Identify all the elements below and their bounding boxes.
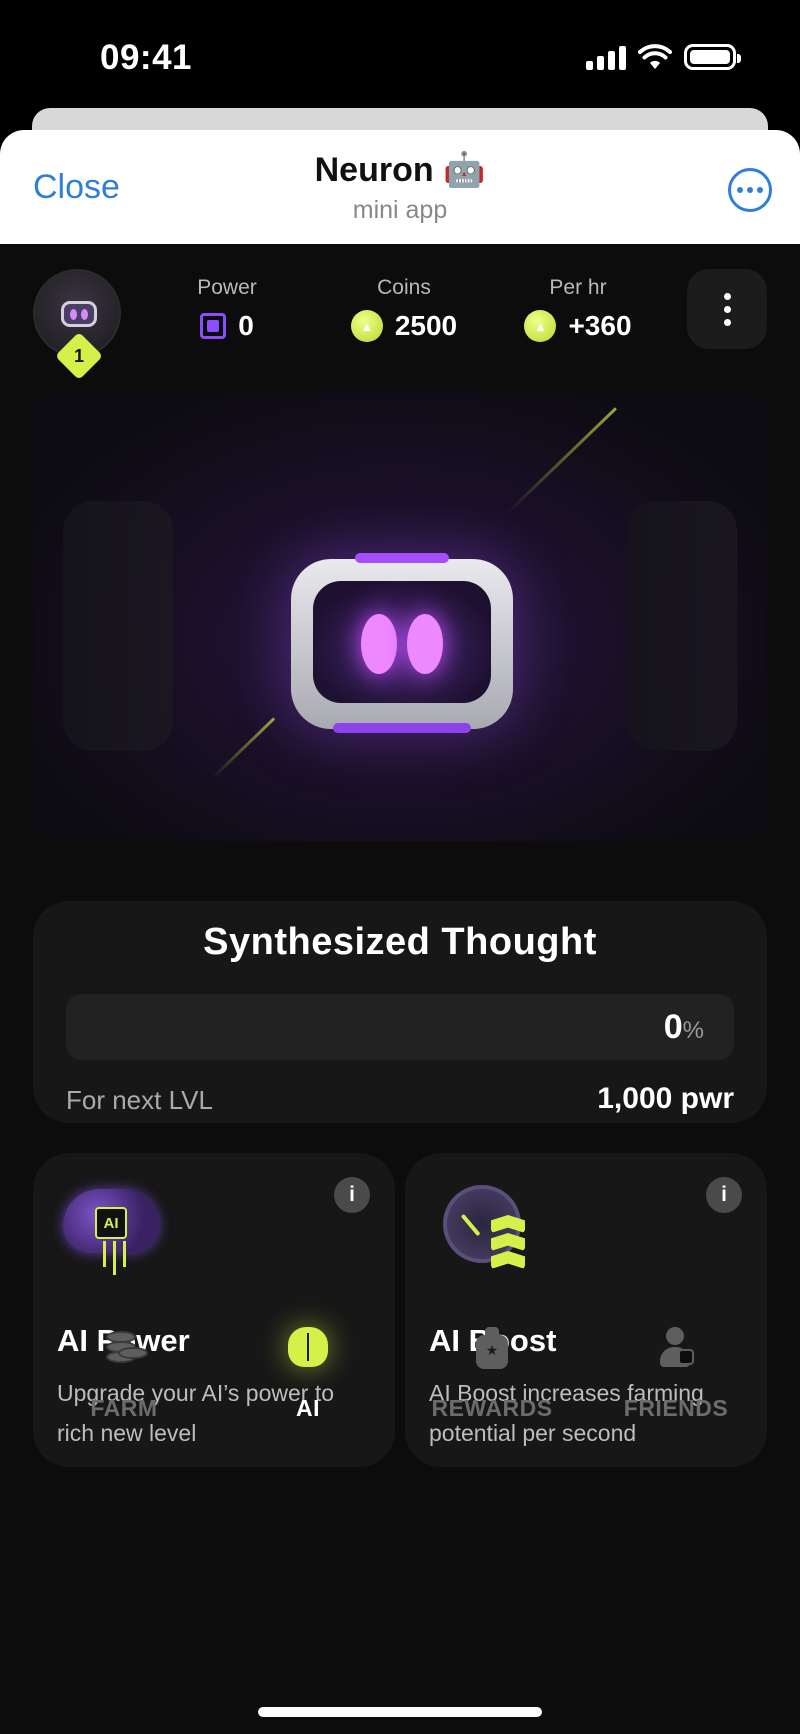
stat-value: 2500: [394, 310, 458, 341]
next-level-value: 1,000 pwr: [597, 1082, 734, 1115]
menu-button[interactable]: [687, 269, 767, 349]
robot-eye: [361, 614, 397, 674]
stat-value: +360: [568, 310, 632, 341]
stat-coins: Coins 2500: [324, 276, 484, 342]
level-number: 1: [73, 345, 84, 366]
progress-card: Synthesized Thought 0% For next LVL 1,00…: [33, 901, 767, 1123]
main-content: 1 Power 0 Coins 2500 Per hr +360: [0, 244, 800, 1734]
stat-label: Power: [197, 276, 257, 299]
light-streak: [211, 717, 276, 779]
friends-icon: [654, 1327, 698, 1371]
robot-avatar-icon: [61, 301, 97, 327]
battery-icon: [684, 44, 741, 70]
home-indicator: [258, 1707, 542, 1717]
app-title: Neuron 🤖: [314, 151, 486, 189]
cellular-signal-icon: [586, 44, 626, 70]
more-options-button[interactable]: [728, 168, 772, 212]
chip-icon: [200, 313, 227, 339]
app-subtitle: mini app: [352, 196, 448, 224]
coins-stack-icon: [102, 1327, 148, 1371]
mini-app-header: Close Neuron 🤖 mini app: [0, 130, 800, 244]
nav-item-ai[interactable]: AI: [218, 1327, 398, 1422]
stat-power: Power 0: [152, 276, 302, 342]
nav-label: FARM: [90, 1395, 158, 1421]
robot-hero[interactable]: [33, 391, 767, 841]
robot-eye: [407, 614, 443, 674]
nav-item-farm[interactable]: FARM: [34, 1327, 214, 1422]
coin-icon: [350, 310, 383, 342]
progress-title: Synthesized Thought: [203, 921, 597, 963]
status-time: 09:41: [100, 38, 193, 77]
status-bar: 09:41: [0, 0, 800, 110]
nav-item-rewards[interactable]: REWARDS: [402, 1327, 582, 1422]
nav-label: FRIENDS: [623, 1395, 729, 1421]
progress-percent: 0%: [663, 1008, 704, 1046]
brain-icon: [286, 1327, 330, 1371]
stat-label: Coins: [377, 276, 431, 299]
hero-side-panel: [627, 501, 737, 751]
brain-chip-icon: AI: [63, 1183, 161, 1279]
reward-icon: [470, 1327, 514, 1371]
wifi-icon: [638, 44, 672, 69]
stat-value: 0: [238, 310, 254, 341]
stat-label: Per hr: [549, 276, 607, 299]
nav-label: REWARDS: [431, 1395, 553, 1421]
info-icon[interactable]: i: [706, 1177, 742, 1213]
bottom-navigation: FARM AI REWARDS FRIENDS: [0, 1327, 800, 1457]
info-icon[interactable]: i: [334, 1177, 370, 1213]
progress-bar: 0%: [66, 994, 734, 1060]
robot-head-icon: [291, 553, 513, 733]
next-level-label: For next LVL: [66, 1085, 213, 1115]
gauge-boost-icon: [443, 1185, 533, 1275]
stat-per-hour: Per hr +360: [498, 276, 658, 342]
nav-label: AI: [296, 1395, 320, 1421]
status-icons: [586, 44, 741, 70]
coin-icon: [524, 310, 557, 342]
nav-item-friends[interactable]: FRIENDS: [586, 1327, 766, 1422]
hero-side-panel: [63, 501, 173, 751]
light-streak: [506, 407, 617, 514]
